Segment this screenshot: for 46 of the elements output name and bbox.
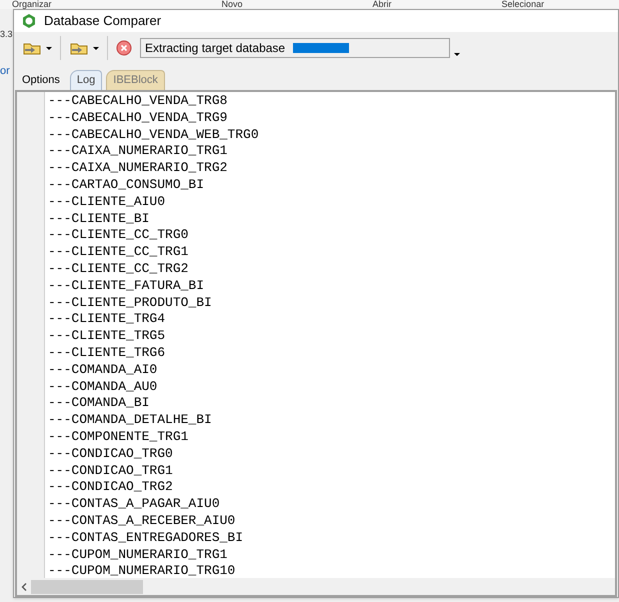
log-line: ---COMPONENTE_TRG1 — [48, 428, 190, 446]
log-line: ---CLIENTE_CC_TRG1 — [48, 244, 190, 261]
edge-text: 3.3 — [0, 28, 13, 41]
log-line: ---CLIENTE_TRG5 — [48, 328, 166, 345]
scroll-left-icon[interactable] — [21, 582, 27, 590]
log-line: ---CONTAS_A_PAGAR_AIU0 — [48, 496, 221, 513]
scrollbar-thumb[interactable] — [31, 580, 143, 594]
caret-icon — [46, 46, 52, 50]
log-line: ---CUPOM_NUMERARIO_TRG10 — [48, 563, 236, 578]
toolbar-label: Selecionar — [502, 0, 544, 9]
log-line: ---CONTAS_A_RECEBER_AIU0 — [48, 512, 236, 530]
toolbar-label: Abrir — [372, 0, 392, 9]
log-line: ---COMANDA_AI0 — [48, 362, 158, 379]
toolbar-label: Novo — [222, 0, 243, 9]
log-line: ---CLIENTE_TRG4 — [48, 311, 166, 328]
log-line: ---CLIENTE_PRODUTO_BI — [48, 294, 213, 312]
log-line: ---CONDICAO_TRG0 — [48, 446, 174, 463]
log-line: ---CLIENTE_TRG6 — [48, 344, 166, 362]
log-line: ---CLIENTE_CC_TRG2 — [48, 260, 190, 278]
log-line: ---CABECALHO_VENDA_TRG9 — [48, 110, 228, 127]
log-line: ---CONDICAO_TRG2 — [48, 479, 174, 496]
tab[interactable]: Options — [16, 70, 66, 90]
log-line: ---CABECALHO_VENDA_TRG8 — [48, 93, 228, 110]
log-line: ---CLIENTE_FATURA_BI — [48, 278, 206, 295]
log-line: ---CAIXA_NUMERARIO_TRG2 — [48, 160, 228, 177]
caret-icon — [93, 46, 99, 50]
log-line: ---CLIENTE_BI — [48, 210, 150, 228]
log-line: ---CONDICAO_TRG1 — [48, 462, 174, 480]
log-line: ---COMANDA_DETALHE_BI — [48, 412, 213, 429]
status-text: Extracting target database — [145, 40, 286, 57]
log-line: ---COMANDA_AU0 — [48, 378, 158, 396]
window-title: Database Comparer — [44, 12, 162, 30]
log-line: ---CAIXA_NUMERARIO_TRG1 — [48, 143, 228, 160]
app-logo-icon — [22, 14, 36, 28]
stop-icon — [116, 40, 132, 56]
caret-icon — [454, 52, 460, 56]
log-line: ---COMANDA_BI — [48, 395, 150, 412]
log-line: ---CLIENTE_AIU0 — [48, 194, 166, 211]
log-line: ---CABECALHO_VENDA_WEB_TRG0 — [48, 126, 259, 144]
toolbar-label: Organizar — [12, 0, 52, 9]
edge-text: or — [0, 64, 10, 79]
log-line: ---CUPOM_NUMERARIO_TRG1 — [48, 546, 228, 564]
log-line: ---CONTAS_ENTREGADORES_BI — [48, 530, 244, 547]
log-line: ---CARTAO_CONSUMO_BI — [48, 176, 206, 194]
log-line: ---CLIENTE_CC_TRG0 — [48, 227, 190, 244]
tab[interactable]: Log — [70, 70, 102, 90]
